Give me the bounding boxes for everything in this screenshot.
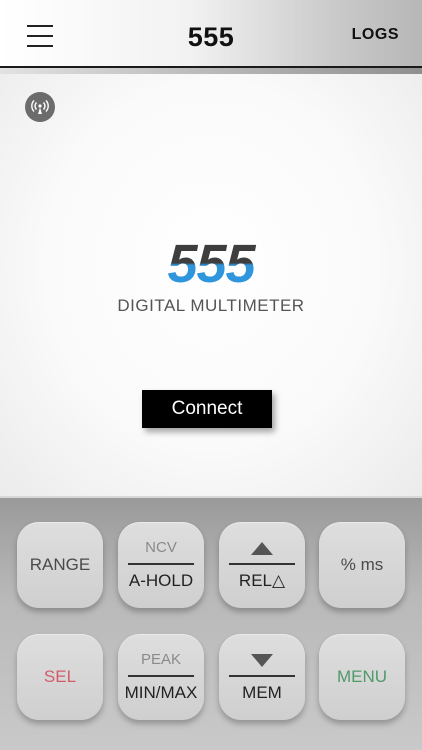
logs-button[interactable]: LOGS — [352, 26, 399, 44]
range-button[interactable]: RANGE — [17, 522, 103, 608]
sel-label: SEL — [43, 667, 77, 686]
mem-label: MEM — [242, 683, 282, 702]
arrow-up-icon — [251, 542, 273, 555]
up-rel-button[interactable]: REL△ — [219, 522, 305, 608]
key-divider — [128, 675, 194, 677]
bluetooth-broadcast-icon[interactable] — [25, 92, 55, 122]
key-divider — [229, 675, 295, 677]
app-header: 555 LOGS — [0, 0, 422, 68]
peak-min-max-button[interactable]: PEAK MIN/MAX — [118, 634, 204, 720]
min-max-label: MIN/MAX — [124, 683, 198, 702]
ncv-a-hold-button[interactable]: NCV A-HOLD — [118, 522, 204, 608]
key-divider — [128, 563, 194, 565]
percent-ms-label: % ms — [340, 555, 384, 574]
down-mem-button[interactable]: MEM — [219, 634, 305, 720]
peak-label: PEAK — [140, 651, 182, 668]
menu-label: MENU — [336, 667, 388, 686]
connect-button[interactable]: Connect — [142, 390, 272, 428]
rel-label: REL△ — [238, 571, 286, 590]
broadcast-icon-graphic — [31, 100, 49, 114]
ncv-label: NCV — [145, 539, 177, 556]
app-logo: 555 DIGITAL MULTIMETER — [0, 236, 422, 316]
menu-button[interactable]: MENU — [319, 634, 405, 720]
sel-button[interactable]: SEL — [17, 634, 103, 720]
key-divider — [229, 563, 295, 565]
arrow-down-icon — [251, 654, 273, 667]
main-panel: 555 DIGITAL MULTIMETER Connect — [0, 74, 422, 498]
logo-number: 555 — [0, 236, 422, 292]
range-label: RANGE — [29, 555, 91, 574]
a-hold-label: A-HOLD — [128, 571, 194, 590]
percent-ms-button[interactable]: % ms — [319, 522, 405, 608]
keypad: RANGE NCV A-HOLD REL△ % ms SEL PEAK MIN/… — [0, 496, 422, 750]
logo-subtitle: DIGITAL MULTIMETER — [117, 296, 305, 315]
